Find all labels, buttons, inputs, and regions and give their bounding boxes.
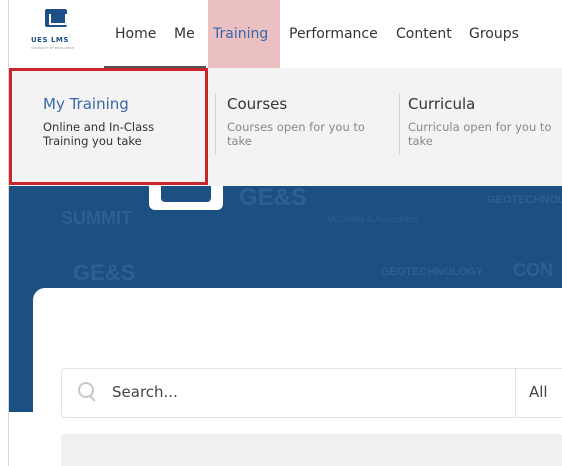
watermark-logo: GEOTECHNOLOGY [487, 194, 562, 206]
search-bar[interactable]: Search... All [61, 368, 562, 418]
search-icon [78, 382, 96, 402]
nav-performance[interactable]: Performance [289, 24, 378, 44]
logo-text: UES LMS [31, 36, 69, 44]
app-frame: UES LMS UNIVERSITY OF EXCELLENCE Home Me… [8, 0, 562, 466]
top-navigation: UES LMS UNIVERSITY OF EXCELLENCE Home Me… [9, 0, 562, 68]
search-divider [515, 369, 516, 417]
nav-me[interactable]: Me [174, 24, 195, 44]
search-filter-select[interactable]: All [529, 383, 548, 401]
nav-groups[interactable]: Groups [469, 24, 519, 44]
menu-item-description: Courses open for you to take [227, 120, 365, 148]
menu-item-courses[interactable]: Courses Courses open for you to take [227, 94, 365, 148]
menu-item-title: Courses [227, 95, 288, 113]
menu-divider [215, 93, 216, 155]
search-input[interactable]: Search... [112, 383, 178, 401]
menu-item-curricula[interactable]: Curricula Curricula open for you to take [408, 94, 551, 148]
annotation-highlight-box [9, 68, 208, 185]
banner-logo-shape [149, 186, 223, 210]
watermark-logo: GE&S [239, 186, 308, 211]
nav-training[interactable]: Training [213, 24, 268, 44]
nav-content[interactable]: Content [396, 24, 452, 44]
logo-subtext: UNIVERSITY OF EXCELLENCE [31, 46, 75, 50]
graduation-cap-icon [45, 9, 67, 27]
logo[interactable]: UES LMS UNIVERSITY OF EXCELLENCE [31, 9, 81, 59]
watermark-logo: GEOTECHNOLOGY [381, 266, 484, 278]
menu-item-title: Curricula [408, 95, 476, 113]
watermark-logo: GE&S [73, 260, 136, 285]
menu-divider [399, 93, 400, 155]
watermark-logo: SUMMIT [61, 208, 132, 228]
watermark-logo: CON [513, 260, 553, 280]
watermark-logo: McGinley & Associates [327, 214, 419, 224]
menu-item-description: Curricula open for you to take [408, 120, 552, 148]
results-bar [61, 434, 562, 466]
nav-home[interactable]: Home [115, 24, 156, 44]
